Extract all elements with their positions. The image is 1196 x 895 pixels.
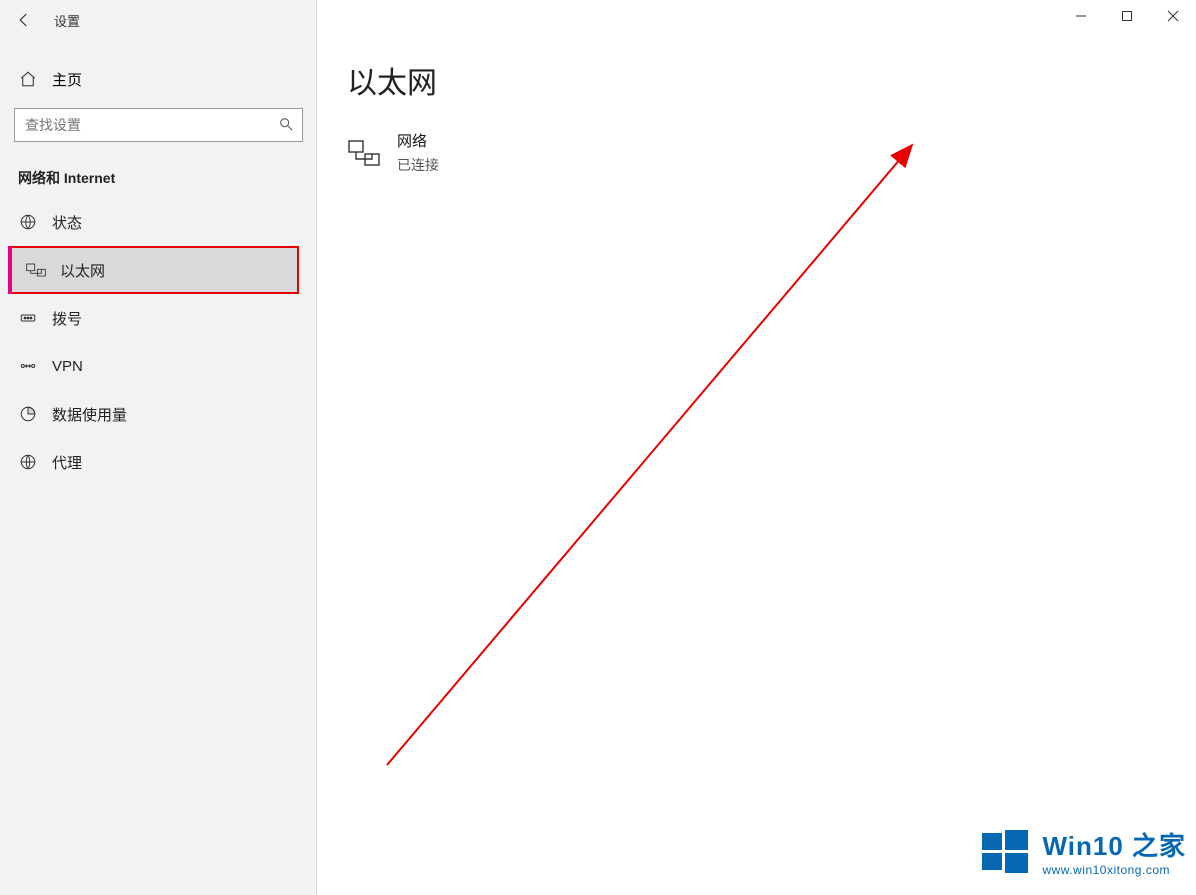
app-title: 设置 [54, 11, 80, 30]
minimize-icon [1075, 10, 1087, 22]
vpn-icon [18, 357, 38, 375]
annotation-arrow [377, 135, 937, 775]
search-input[interactable] [15, 109, 302, 141]
network-text: 网络 已连接 [397, 130, 439, 175]
arrow-left-icon [15, 11, 33, 29]
main-pane: 以太网 网络 已连接 相关设置 更改适配器选项 更改高级共享设置 网络和共享中心… [317, 40, 1196, 895]
content-container: 主页 网络和 Internet 状态 [0, 40, 1196, 895]
home-icon [18, 70, 38, 88]
watermark-title: Win10 之家 [1042, 826, 1186, 863]
watermark-url: www.win10xitong.com [1042, 863, 1186, 877]
minimize-button[interactable] [1058, 0, 1104, 32]
sidebar-home[interactable]: 主页 [0, 58, 317, 100]
sidebar-item-data-usage[interactable]: 数据使用量 [0, 390, 317, 438]
windows-logo-icon [980, 827, 1030, 877]
watermark-text: Win10 之家 www.win10xitong.com [1042, 826, 1186, 877]
maximize-button[interactable] [1104, 0, 1150, 32]
sidebar-item-ethernet[interactable]: 以太网 [8, 246, 299, 294]
network-name: 网络 [397, 130, 439, 151]
sidebar-item-vpn[interactable]: VPN [0, 342, 317, 390]
sidebar-item-label: VPN [52, 358, 83, 375]
sidebar-item-status[interactable]: 状态 [0, 198, 317, 246]
sidebar-item-label: 数据使用量 [52, 404, 127, 425]
sidebar-item-label: 以太网 [60, 260, 105, 281]
search-wrap [0, 100, 317, 154]
watermark: Win10 之家 www.win10xitong.com [980, 826, 1186, 877]
network-status-row[interactable]: 网络 已连接 [347, 130, 1166, 175]
globe-icon [18, 213, 38, 231]
title-bar: 设置 [0, 0, 1196, 40]
sidebar-item-label: 状态 [52, 212, 82, 233]
sidebar-item-label: 代理 [52, 452, 82, 473]
sidebar-nav: 状态 以太网 拨号 VPN [0, 198, 317, 486]
sidebar-item-proxy[interactable]: 代理 [0, 438, 317, 486]
sidebar: 主页 网络和 Internet 状态 [0, 40, 317, 895]
close-button[interactable] [1150, 0, 1196, 32]
network-ethernet-icon [347, 139, 381, 167]
search-icon [278, 116, 294, 132]
ethernet-icon [26, 262, 46, 278]
data-usage-icon [18, 405, 38, 423]
page-title: 以太网 [347, 58, 1166, 102]
close-icon [1167, 10, 1179, 22]
proxy-icon [18, 453, 38, 471]
sidebar-item-dialup[interactable]: 拨号 [0, 294, 317, 342]
sidebar-item-label: 拨号 [52, 308, 82, 329]
maximize-icon [1121, 10, 1133, 22]
sidebar-home-label: 主页 [52, 69, 82, 90]
search-box[interactable] [14, 108, 303, 142]
window-controls [1058, 0, 1196, 32]
network-status: 已连接 [397, 155, 439, 175]
dialup-icon [18, 309, 38, 327]
sidebar-category: 网络和 Internet [0, 154, 317, 198]
back-button[interactable] [0, 0, 48, 40]
